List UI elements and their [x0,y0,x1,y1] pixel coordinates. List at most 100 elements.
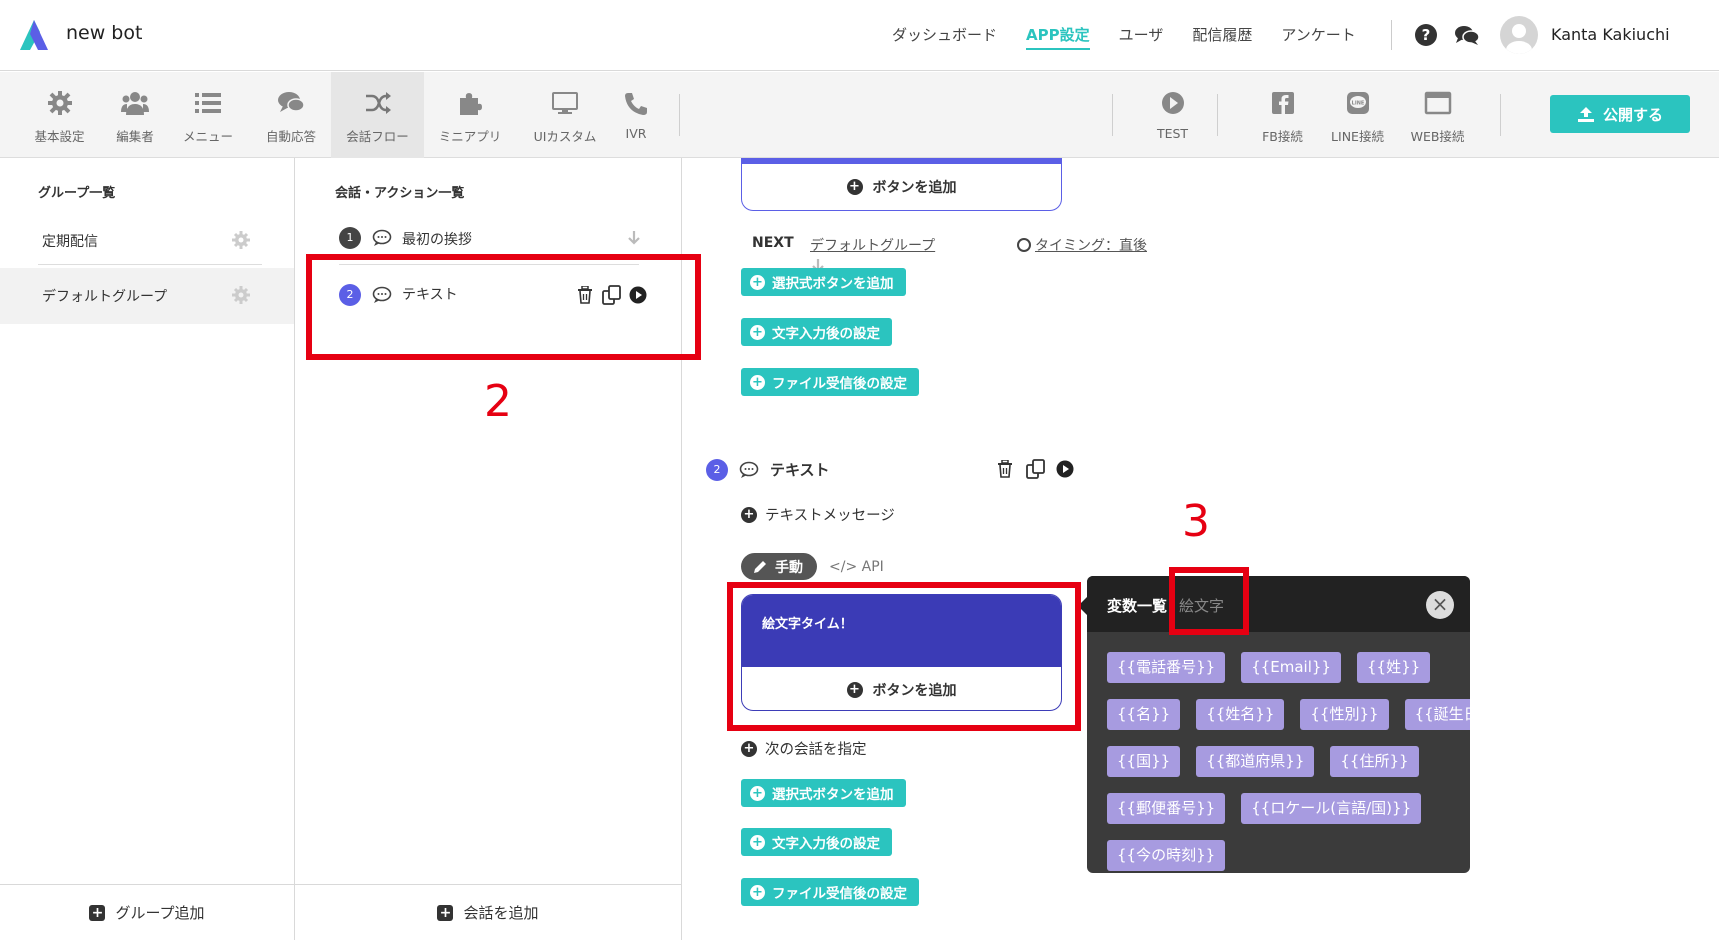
gear-icon[interactable] [232,231,250,249]
line-icon: LINE [1346,92,1369,114]
annotation-label-2: 2 [484,376,512,427]
tool-fb-connect[interactable]: FB接続 [1255,72,1310,158]
group-item-default[interactable]: デフォルトグループ [0,268,294,324]
next-group-link[interactable]: デフォルトグループ [810,235,935,255]
plus-icon: + [89,904,106,921]
variable-panel: 変数一覧 絵文字 × {{電話番号}} {{Email}} {{姓}} {{名}… [1087,576,1470,873]
close-icon[interactable]: × [1426,591,1454,619]
mode-api-button[interactable]: </> API [829,559,884,575]
variable-chip[interactable]: {{姓名}} [1196,699,1285,730]
button-label: ファイル受信後の設定 [772,886,907,902]
nav-dashboard[interactable]: ダッシュボード [892,24,997,50]
timing-link[interactable]: タイミング：直後 [1017,235,1147,255]
publish-button[interactable]: 公開する [1550,95,1690,133]
gear-icon[interactable] [232,286,250,304]
add-group-button[interactable]: + グループ追加 [0,884,294,940]
copy-icon[interactable] [1026,459,1046,479]
add-button-row[interactable]: + ボタンを追加 [742,164,1061,210]
nav-users[interactable]: ユーザ [1119,24,1164,50]
pencil-icon [754,560,766,573]
puzzle-icon [460,93,482,115]
nav-survey[interactable]: アンケート [1281,24,1355,50]
group-item-periodic[interactable]: 定期配信 [0,213,294,269]
variable-chip[interactable]: {{電話番号}} [1107,652,1226,683]
variable-chip[interactable]: {{名}} [1107,699,1181,730]
nav-app-settings[interactable]: APP設定 [1026,24,1090,50]
tool-test[interactable]: TEST [1145,72,1200,158]
play-icon[interactable] [1056,460,1074,478]
tool-conversation-flow[interactable]: 会話フロー [331,72,424,158]
trash-icon[interactable] [997,460,1013,478]
text-input-settings-button[interactable]: + 文字入力後の設定 [741,318,892,346]
conversation-label: 最初の挨拶 [402,232,472,248]
tool-label: ミニアプリ [438,129,502,144]
variable-chip[interactable]: {{誕生日}} [1404,699,1470,730]
variable-chip[interactable]: {{郵便番号}} [1107,793,1226,824]
messages-icon[interactable] [1454,24,1480,46]
conversation-title: テキスト [770,461,830,479]
app-logo-icon[interactable] [18,18,50,52]
variable-chip[interactable]: {{国}} [1107,746,1181,777]
variable-chip[interactable]: {{姓}} [1356,652,1431,683]
add-conversation-button[interactable]: + 会話を追加 [295,884,681,940]
file-receive-settings-button[interactable]: + ファイル受信後の設定 [741,878,919,906]
add-text-message-row[interactable]: + テキストメッセージ [741,504,895,525]
variable-chip[interactable]: {{性別}} [1300,699,1389,730]
chip-row: {{名}} {{姓名}} {{性別}} {{誕生日}} [1107,699,1470,730]
plus-circle-icon: + [741,740,757,757]
tool-basic-settings[interactable]: 基本設定 [22,72,97,158]
toolbar-divider [1112,94,1113,136]
shuffle-icon [365,92,391,114]
tool-label: WEB接続 [1410,129,1465,144]
chip-row: {{国}} {{都道府県}} {{住所}} [1107,746,1457,777]
mode-manual-button[interactable]: 手動 [741,553,817,580]
group-label: 定期配信 [42,234,98,250]
tool-ivr[interactable]: IVR [616,72,656,158]
users-icon [121,92,149,115]
group-label: デフォルトグループ [42,289,168,305]
plus-circle-icon: + [750,884,765,900]
username[interactable]: Kanta Kakiuchi [1551,25,1670,44]
input-mode-toggle: 手動 </> API [741,553,884,580]
previous-message-card: + ボタンを追加 [741,158,1062,211]
tool-label: 編集者 [116,129,154,144]
tool-auto-reply[interactable]: 自動応答 [251,72,331,158]
top-nav: ダッシュボード APP設定 ユーザ 配信履歴 アンケート [892,24,1385,50]
tab-variables[interactable]: 変数一覧 [1107,595,1167,616]
nav-delivery-history[interactable]: 配信履歴 [1192,24,1252,50]
add-choice-button[interactable]: + 選択式ボタンを追加 [741,268,906,296]
variable-chip[interactable]: {{今の時刻}} [1107,840,1226,871]
avatar[interactable] [1500,16,1538,54]
variable-chip-list: {{電話番号}} {{Email}} {{姓}} {{名}} {{姓名}} {{… [1107,652,1470,873]
file-receive-settings-button[interactable]: + ファイル受信後の設定 [741,368,919,396]
list-icon [195,93,221,113]
monitor-icon [552,92,578,114]
add-group-label: グループ追加 [115,904,205,922]
tool-web-connect[interactable]: WEB接続 [1405,72,1470,158]
user-icon [1506,24,1532,54]
conversation-list-title: 会話・アクション一覧 [335,186,465,201]
variable-chip[interactable]: {{住所}} [1330,746,1419,777]
add-choice-button[interactable]: + 選択式ボタンを追加 [741,779,906,807]
tool-label: UIカスタム [533,129,597,144]
plus-circle-icon: + [750,785,765,801]
tool-menu[interactable]: メニュー [172,72,244,158]
variable-chip[interactable]: {{都道府県}} [1196,746,1315,777]
tool-editors[interactable]: 編集者 [100,72,170,158]
tool-mini-app[interactable]: ミニアプリ [430,72,510,158]
text-input-settings-button[interactable]: + 文字入力後の設定 [741,828,892,856]
variable-chip[interactable]: {{Email}} [1241,652,1341,683]
brand-name[interactable]: new bot [66,22,142,44]
tool-ui-custom[interactable]: UIカスタム [521,72,609,158]
group-list-panel: グループ一覧 定期配信 デフォルトグループ + グループ追加 [0,158,295,940]
facebook-icon [1271,92,1294,114]
speech-bubble-icon [739,461,759,478]
help-icon[interactable]: ? [1415,24,1437,46]
variable-chip[interactable]: {{ロケール(言語/国)}} [1241,793,1422,824]
specify-next-conversation-row[interactable]: + 次の会話を指定 [741,738,867,759]
text-message-label: テキストメッセージ [765,508,895,524]
top-header: new bot ダッシュボード APP設定 ユーザ 配信履歴 アンケート ? K… [0,0,1719,71]
tool-line-connect[interactable]: LINE LINE接続 [1325,72,1390,158]
tool-label: IVR [625,126,647,141]
group-divider [38,264,262,265]
